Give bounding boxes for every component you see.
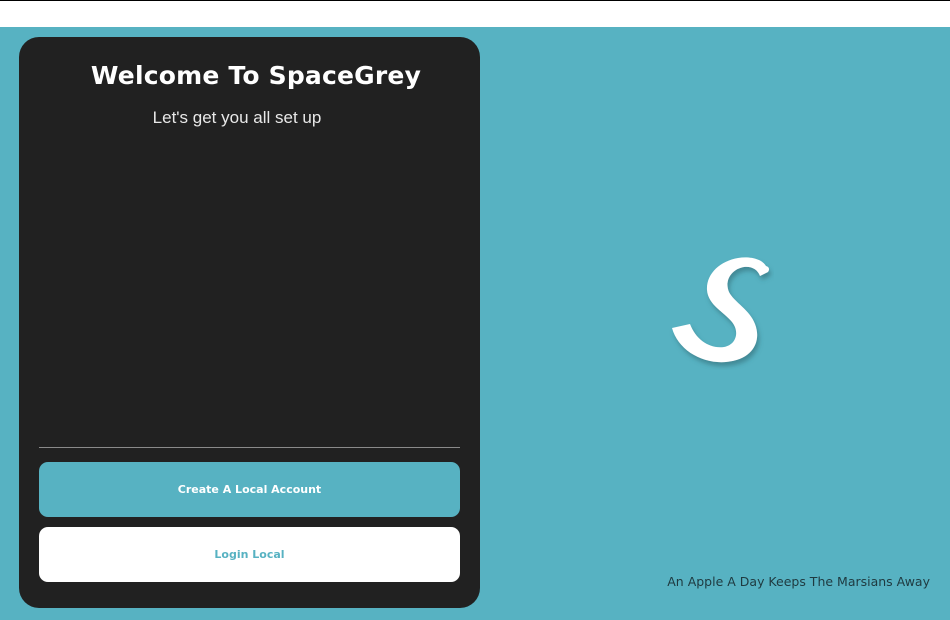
setup-card: Welcome To SpaceGrey Let's get you all s… bbox=[19, 37, 480, 608]
divider bbox=[39, 447, 460, 448]
s-logo-icon bbox=[662, 252, 774, 370]
tagline: An Apple A Day Keeps The Marsians Away bbox=[667, 574, 930, 589]
create-local-account-button[interactable]: Create A Local Account bbox=[39, 462, 460, 517]
login-local-button[interactable]: Login Local bbox=[39, 527, 460, 582]
page-title: Welcome To SpaceGrey bbox=[90, 61, 422, 90]
page-subtitle: Let's get you all set up bbox=[152, 108, 322, 127]
window-top-bar bbox=[0, 0, 950, 27]
